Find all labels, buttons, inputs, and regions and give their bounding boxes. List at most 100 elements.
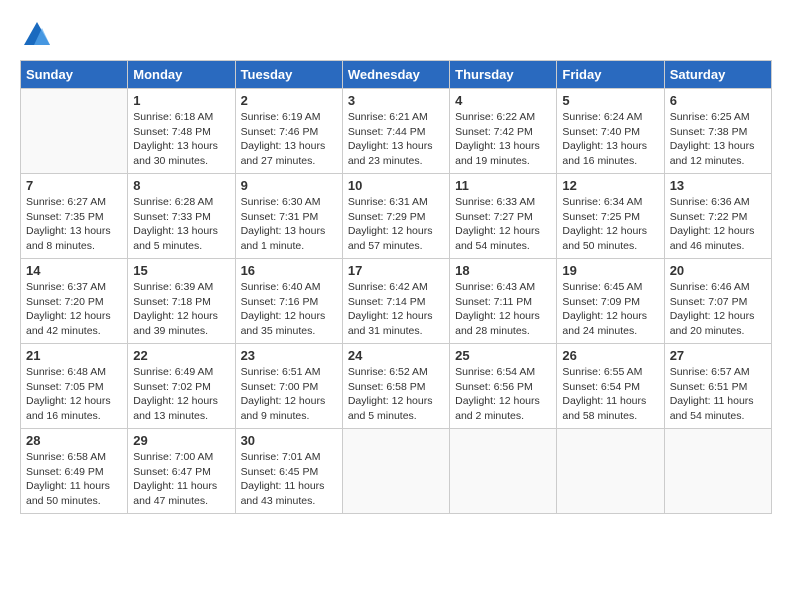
calendar-cell: 22 Sunrise: 6:49 AM Sunset: 7:02 PM Dayli… xyxy=(128,344,235,429)
calendar-cell: 5 Sunrise: 6:24 AM Sunset: 7:40 PM Daylig… xyxy=(557,89,664,174)
day-number: 25 xyxy=(455,348,551,363)
calendar-cell: 29 Sunrise: 7:00 AM Sunset: 6:47 PM Dayli… xyxy=(128,429,235,514)
day-info: Sunrise: 6:19 AM Sunset: 7:46 PM Dayligh… xyxy=(241,110,337,169)
calendar-header-row: SundayMondayTuesdayWednesdayThursdayFrid… xyxy=(21,61,772,89)
day-info: Sunrise: 6:39 AM Sunset: 7:18 PM Dayligh… xyxy=(133,280,229,339)
calendar-cell: 14Sunrise: 6:37 AM Sunset: 7:20 PM Dayli… xyxy=(21,259,128,344)
day-info: Sunrise: 6:34 AM Sunset: 7:25 PM Dayligh… xyxy=(562,195,658,254)
col-header-saturday: Saturday xyxy=(664,61,771,89)
calendar-cell: 11 Sunrise: 6:33 AM Sunset: 7:27 PM Dayli… xyxy=(450,174,557,259)
day-number: 19 xyxy=(562,263,658,278)
day-number: 10 xyxy=(348,178,444,193)
day-number: 11 xyxy=(455,178,551,193)
day-info: Sunrise: 6:31 AM Sunset: 7:29 PM Dayligh… xyxy=(348,195,444,254)
day-number: 22 xyxy=(133,348,229,363)
day-info: Sunrise: 6:55 AM Sunset: 6:54 PM Dayligh… xyxy=(562,365,658,424)
calendar-cell: 30 Sunrise: 7:01 AM Sunset: 6:45 PM Dayli… xyxy=(235,429,342,514)
day-number: 27 xyxy=(670,348,766,363)
day-number: 18 xyxy=(455,263,551,278)
day-info: Sunrise: 6:21 AM Sunset: 7:44 PM Dayligh… xyxy=(348,110,444,169)
day-info: Sunrise: 6:33 AM Sunset: 7:27 PM Dayligh… xyxy=(455,195,551,254)
day-info: Sunrise: 6:43 AM Sunset: 7:11 PM Dayligh… xyxy=(455,280,551,339)
day-info: Sunrise: 6:24 AM Sunset: 7:40 PM Dayligh… xyxy=(562,110,658,169)
calendar-cell: 25 Sunrise: 6:54 AM Sunset: 6:56 PM Dayli… xyxy=(450,344,557,429)
day-number: 15 xyxy=(133,263,229,278)
col-header-tuesday: Tuesday xyxy=(235,61,342,89)
day-info: Sunrise: 7:00 AM Sunset: 6:47 PM Dayligh… xyxy=(133,450,229,509)
day-info: Sunrise: 6:58 AM Sunset: 6:49 PM Dayligh… xyxy=(26,450,122,509)
day-number: 26 xyxy=(562,348,658,363)
day-info: Sunrise: 6:28 AM Sunset: 7:33 PM Dayligh… xyxy=(133,195,229,254)
day-number: 5 xyxy=(562,93,658,108)
calendar-cell: 28 Sunrise: 6:58 AM Sunset: 6:49 PM Dayli… xyxy=(21,429,128,514)
calendar-cell: 13Sunrise: 6:36 AM Sunset: 7:22 PM Dayli… xyxy=(664,174,771,259)
day-number: 2 xyxy=(241,93,337,108)
calendar-cell xyxy=(664,429,771,514)
calendar-week-row: 21 Sunrise: 6:48 AM Sunset: 7:05 PM Dayli… xyxy=(21,344,772,429)
calendar-cell xyxy=(557,429,664,514)
calendar-cell: 9 Sunrise: 6:30 AM Sunset: 7:31 PM Daylig… xyxy=(235,174,342,259)
day-number: 4 xyxy=(455,93,551,108)
calendar-cell: 27 Sunrise: 6:57 AM Sunset: 6:51 PM Dayli… xyxy=(664,344,771,429)
calendar-cell: 21 Sunrise: 6:48 AM Sunset: 7:05 PM Dayli… xyxy=(21,344,128,429)
day-number: 17 xyxy=(348,263,444,278)
day-number: 3 xyxy=(348,93,444,108)
col-header-friday: Friday xyxy=(557,61,664,89)
day-info: Sunrise: 6:52 AM Sunset: 6:58 PM Dayligh… xyxy=(348,365,444,424)
day-number: 16 xyxy=(241,263,337,278)
col-header-wednesday: Wednesday xyxy=(342,61,449,89)
day-info: Sunrise: 6:57 AM Sunset: 6:51 PM Dayligh… xyxy=(670,365,766,424)
calendar-cell: 23Sunrise: 6:51 AM Sunset: 7:00 PM Dayli… xyxy=(235,344,342,429)
calendar-cell xyxy=(21,89,128,174)
day-info: Sunrise: 6:25 AM Sunset: 7:38 PM Dayligh… xyxy=(670,110,766,169)
day-info: Sunrise: 6:45 AM Sunset: 7:09 PM Dayligh… xyxy=(562,280,658,339)
day-info: Sunrise: 6:30 AM Sunset: 7:31 PM Dayligh… xyxy=(241,195,337,254)
calendar-table: SundayMondayTuesdayWednesdayThursdayFrid… xyxy=(20,60,772,514)
calendar-cell: 26 Sunrise: 6:55 AM Sunset: 6:54 PM Dayli… xyxy=(557,344,664,429)
calendar-cell: 7 Sunrise: 6:27 AM Sunset: 7:35 PM Daylig… xyxy=(21,174,128,259)
col-header-thursday: Thursday xyxy=(450,61,557,89)
day-info: Sunrise: 6:49 AM Sunset: 7:02 PM Dayligh… xyxy=(133,365,229,424)
calendar-cell: 17 Sunrise: 6:42 AM Sunset: 7:14 PM Dayli… xyxy=(342,259,449,344)
day-info: Sunrise: 6:18 AM Sunset: 7:48 PM Dayligh… xyxy=(133,110,229,169)
calendar-week-row: 1 Sunrise: 6:18 AM Sunset: 7:48 PM Daylig… xyxy=(21,89,772,174)
day-number: 7 xyxy=(26,178,122,193)
logo xyxy=(20,20,54,50)
day-number: 30 xyxy=(241,433,337,448)
day-info: Sunrise: 7:01 AM Sunset: 6:45 PM Dayligh… xyxy=(241,450,337,509)
day-number: 1 xyxy=(133,93,229,108)
day-number: 21 xyxy=(26,348,122,363)
day-info: Sunrise: 6:46 AM Sunset: 7:07 PM Dayligh… xyxy=(670,280,766,339)
calendar-cell: 2 Sunrise: 6:19 AM Sunset: 7:46 PM Daylig… xyxy=(235,89,342,174)
calendar-cell: 24Sunrise: 6:52 AM Sunset: 6:58 PM Dayli… xyxy=(342,344,449,429)
calendar-cell: 6 Sunrise: 6:25 AM Sunset: 7:38 PM Daylig… xyxy=(664,89,771,174)
calendar-week-row: 28 Sunrise: 6:58 AM Sunset: 6:49 PM Dayli… xyxy=(21,429,772,514)
day-info: Sunrise: 6:40 AM Sunset: 7:16 PM Dayligh… xyxy=(241,280,337,339)
day-info: Sunrise: 6:54 AM Sunset: 6:56 PM Dayligh… xyxy=(455,365,551,424)
day-number: 23 xyxy=(241,348,337,363)
day-info: Sunrise: 6:22 AM Sunset: 7:42 PM Dayligh… xyxy=(455,110,551,169)
day-number: 8 xyxy=(133,178,229,193)
calendar-cell: 4 Sunrise: 6:22 AM Sunset: 7:42 PM Daylig… xyxy=(450,89,557,174)
day-number: 29 xyxy=(133,433,229,448)
day-number: 9 xyxy=(241,178,337,193)
col-header-monday: Monday xyxy=(128,61,235,89)
day-number: 13 xyxy=(670,178,766,193)
calendar-cell: 8 Sunrise: 6:28 AM Sunset: 7:33 PM Daylig… xyxy=(128,174,235,259)
calendar-week-row: 14Sunrise: 6:37 AM Sunset: 7:20 PM Dayli… xyxy=(21,259,772,344)
day-info: Sunrise: 6:48 AM Sunset: 7:05 PM Dayligh… xyxy=(26,365,122,424)
calendar-cell: 15 Sunrise: 6:39 AM Sunset: 7:18 PM Dayli… xyxy=(128,259,235,344)
col-header-sunday: Sunday xyxy=(21,61,128,89)
calendar-cell: 19 Sunrise: 6:45 AM Sunset: 7:09 PM Dayli… xyxy=(557,259,664,344)
calendar-week-row: 7 Sunrise: 6:27 AM Sunset: 7:35 PM Daylig… xyxy=(21,174,772,259)
calendar-cell: 12 Sunrise: 6:34 AM Sunset: 7:25 PM Dayli… xyxy=(557,174,664,259)
calendar-cell: 3 Sunrise: 6:21 AM Sunset: 7:44 PM Daylig… xyxy=(342,89,449,174)
calendar-cell: 1 Sunrise: 6:18 AM Sunset: 7:48 PM Daylig… xyxy=(128,89,235,174)
day-info: Sunrise: 6:42 AM Sunset: 7:14 PM Dayligh… xyxy=(348,280,444,339)
day-number: 6 xyxy=(670,93,766,108)
calendar-cell: 16 Sunrise: 6:40 AM Sunset: 7:16 PM Dayli… xyxy=(235,259,342,344)
day-number: 28 xyxy=(26,433,122,448)
day-info: Sunrise: 6:27 AM Sunset: 7:35 PM Dayligh… xyxy=(26,195,122,254)
day-number: 20 xyxy=(670,263,766,278)
day-number: 12 xyxy=(562,178,658,193)
